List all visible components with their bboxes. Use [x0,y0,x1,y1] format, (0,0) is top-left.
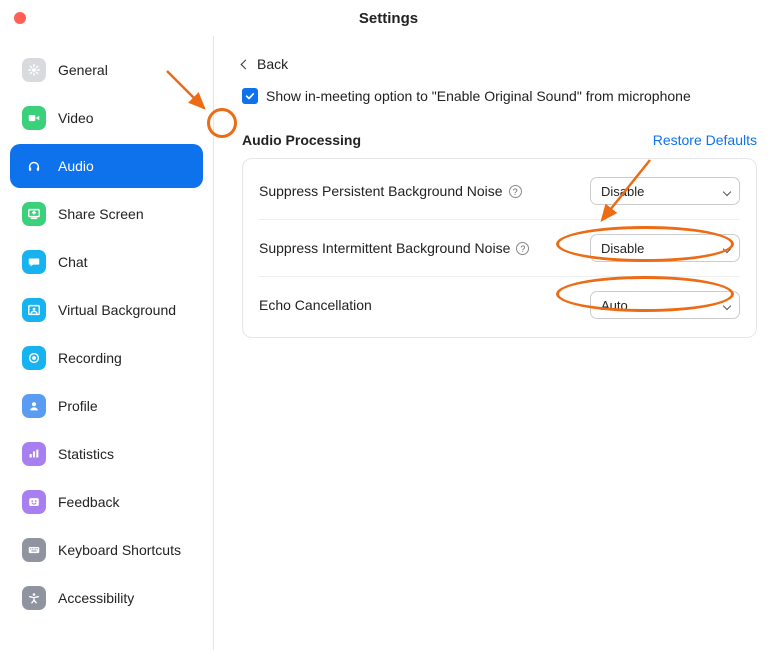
select-suppress-persistent[interactable]: Disable [590,177,740,205]
select-value: Auto [601,298,628,313]
setting-label-text: Suppress Persistent Background Noise [259,183,503,199]
back-button[interactable]: Back [242,56,757,72]
titlebar: Settings [0,0,777,36]
sidebar-item-keyboard-shortcuts[interactable]: Keyboard Shortcuts [10,528,203,572]
select-value: Disable [601,241,644,256]
headphones-icon [22,154,46,178]
sidebar-item-recording[interactable]: Recording [10,336,203,380]
sidebar-item-label: Accessibility [58,590,134,606]
feedback-icon [22,490,46,514]
record-icon [22,346,46,370]
sidebar-item-video[interactable]: Video [10,96,203,140]
sidebar-item-accessibility[interactable]: Accessibility [10,576,203,620]
sidebar-item-label: Chat [58,254,88,270]
setting-label: Suppress Persistent Background Noise? [259,183,522,199]
help-icon[interactable]: ? [516,242,529,255]
window-title: Settings [359,10,418,27]
gear-icon [22,58,46,82]
sidebar-item-virtual-background[interactable]: Virtual Background [10,288,203,332]
setting-row-echo-cancellation: Echo Cancellation Auto [259,277,740,333]
sidebar-item-label: Profile [58,398,98,414]
sidebar-item-label: Audio [58,158,94,174]
setting-label-text: Suppress Intermittent Background Noise [259,240,510,256]
sidebar-item-label: Virtual Background [58,302,176,318]
setting-label-text: Echo Cancellation [259,297,372,313]
sidebar-item-chat[interactable]: Chat [10,240,203,284]
original-sound-checkbox[interactable] [242,88,258,104]
select-value: Disable [601,184,644,199]
stats-icon [22,442,46,466]
setting-row-suppress-intermittent: Suppress Intermittent Background Noise? D… [259,220,740,277]
section-title: Audio Processing [242,132,361,148]
sidebar: General Video Audio Share Screen Chat Virtual… [0,36,214,650]
sidebar-item-feedback[interactable]: Feedback [10,480,203,524]
main-area: General Video Audio Share Screen Chat Virtual… [0,36,777,650]
check-icon [245,91,255,101]
sidebar-item-label: Recording [58,350,122,366]
help-icon[interactable]: ? [509,185,522,198]
sidebar-item-label: Share Screen [58,206,144,222]
person-icon [22,394,46,418]
select-echo-cancellation[interactable]: Auto [590,291,740,319]
virtual-bg-icon [22,298,46,322]
sidebar-item-profile[interactable]: Profile [10,384,203,428]
sidebar-item-statistics[interactable]: Statistics [10,432,203,476]
sidebar-item-label: Feedback [58,494,119,510]
sidebar-item-label: General [58,62,108,78]
close-traffic-light-icon[interactable] [14,12,26,24]
restore-defaults-link[interactable]: Restore Defaults [653,132,757,148]
original-sound-row: Show in-meeting option to "Enable Origin… [242,88,757,104]
video-icon [22,106,46,130]
share-screen-icon [22,202,46,226]
back-label: Back [257,56,288,72]
sidebar-item-label: Statistics [58,446,114,462]
content-pane: Back Show in-meeting option to "Enable O… [214,36,777,650]
setting-label: Echo Cancellation [259,297,372,313]
original-sound-label: Show in-meeting option to "Enable Origin… [266,88,691,104]
sidebar-item-audio[interactable]: Audio [10,144,203,188]
sidebar-item-share-screen[interactable]: Share Screen [10,192,203,236]
keyboard-icon [22,538,46,562]
setting-row-suppress-persistent: Suppress Persistent Background Noise? Dis… [259,163,740,220]
chat-icon [22,250,46,274]
select-suppress-intermittent[interactable]: Disable [590,234,740,262]
accessibility-icon [22,586,46,610]
setting-label: Suppress Intermittent Background Noise? [259,240,529,256]
chevron-left-icon [241,59,251,69]
sidebar-item-label: Video [58,110,94,126]
audio-processing-panel: Suppress Persistent Background Noise? Dis… [242,158,757,338]
sidebar-item-label: Keyboard Shortcuts [58,542,181,558]
section-header: Audio Processing Restore Defaults [242,132,757,148]
sidebar-item-general[interactable]: General [10,48,203,92]
